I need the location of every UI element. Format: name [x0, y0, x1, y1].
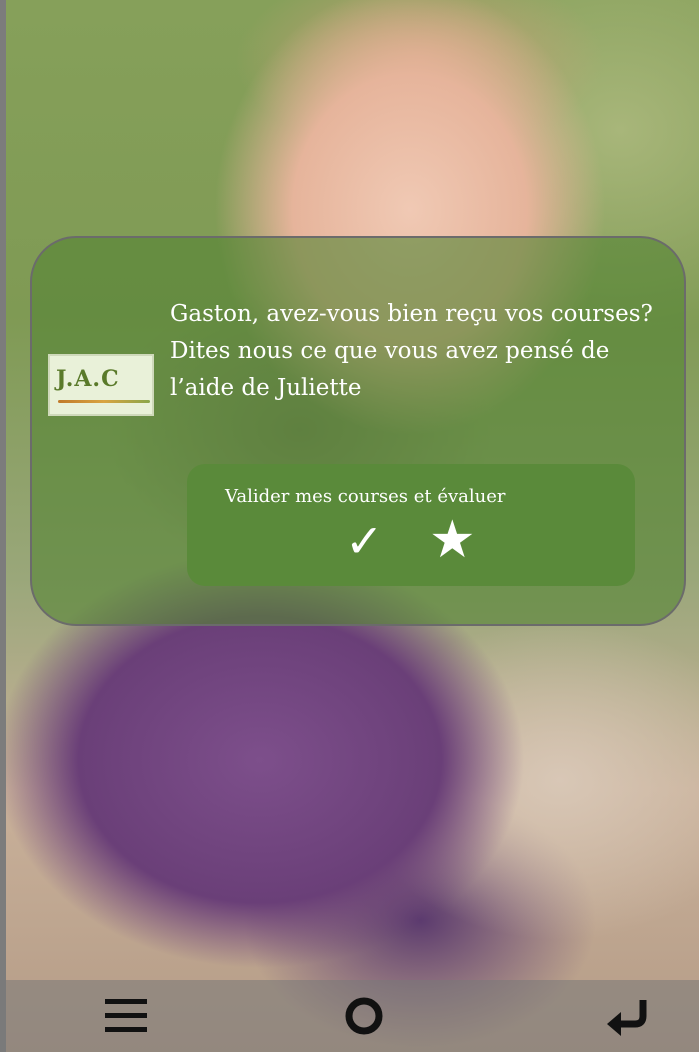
- menu-button[interactable]: [96, 990, 156, 1042]
- logo-underline: [58, 400, 150, 403]
- validate-and-rate-button[interactable]: Valider mes courses et évaluer ✓ ★: [187, 464, 635, 586]
- star-icon: ★: [429, 510, 476, 570]
- home-icon: [345, 997, 383, 1035]
- check-icon: ✓: [345, 514, 384, 568]
- home-button[interactable]: [334, 990, 394, 1042]
- back-icon: [607, 1000, 647, 1036]
- back-button[interactable]: [598, 990, 658, 1042]
- screen-edge: [0, 0, 6, 1052]
- menu-icon: [105, 999, 147, 1032]
- dialog-message: Gaston, avez-vous bien reçu vos courses?…: [170, 301, 653, 401]
- bottom-nav-bar: [0, 980, 699, 1052]
- validate-and-rate-label: Valider mes courses et évaluer: [225, 486, 506, 507]
- jac-logo: J.A.C: [48, 354, 154, 416]
- logo-text: J.A.C: [56, 366, 120, 392]
- feedback-dialog: J.A.C Gaston, avez-vous bien reçu vos co…: [30, 236, 686, 626]
